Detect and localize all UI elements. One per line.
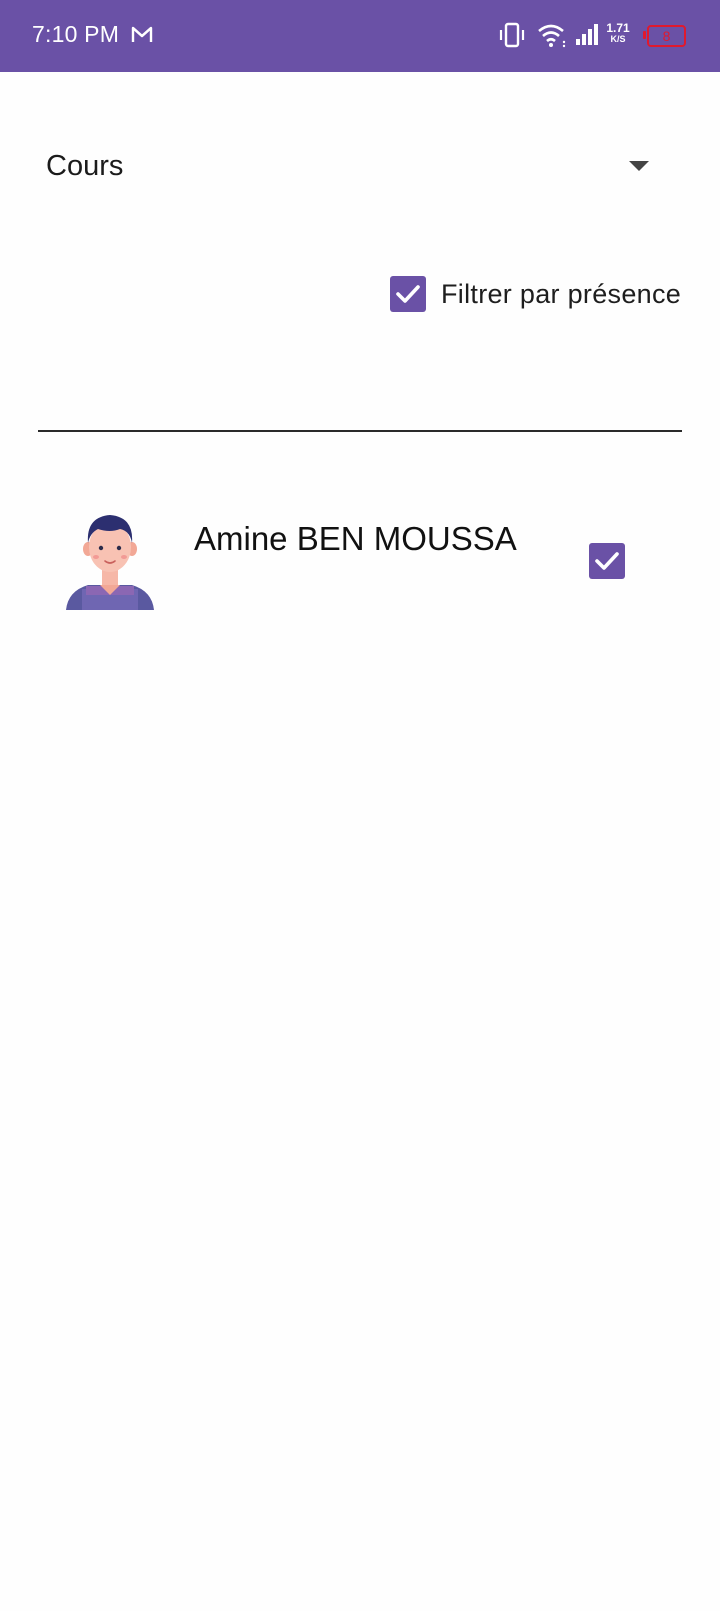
battery-level: 8 [662,28,671,44]
net-speed-value: 1.71 [606,21,630,35]
course-dropdown-label: Cours [46,150,124,182]
filter-presence-checkbox[interactable] [390,276,426,312]
status-time: 7:10 PM [32,21,120,47]
status-bar: 7:10 PM 1.71 K/S 8 [0,0,720,72]
net-speed-unit: K/S [610,34,626,44]
avatar-icon [66,515,154,610]
check-icon [595,552,619,570]
battery-icon: 8 [643,25,686,47]
divider [38,430,682,432]
filter-presence-label: Filtrer par présence [441,279,682,309]
vibrate-icon [499,22,525,48]
course-dropdown[interactable]: Cours [38,135,670,195]
dropdown-arrow-icon [629,161,649,171]
wifi-icon [538,24,566,48]
check-icon [396,285,420,303]
signal-icon [576,24,598,45]
student-presence-checkbox[interactable] [589,543,625,579]
student-list-item[interactable]: Amine BEN MOUSSA [0,500,720,620]
net-speed-indicator: 1.71 K/S [606,21,630,45]
student-name: Amine BEN MOUSSA [194,520,517,557]
gmail-icon [131,26,153,42]
